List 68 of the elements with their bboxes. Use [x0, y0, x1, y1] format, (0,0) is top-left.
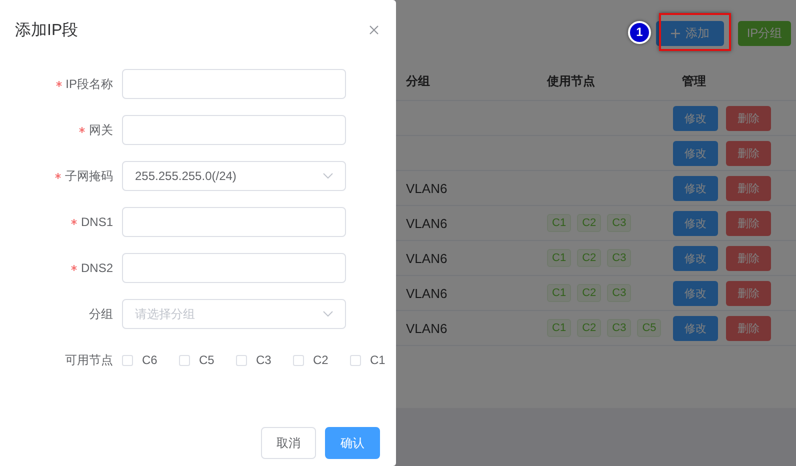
field-label: DNS1	[80, 215, 113, 229]
node-tag: C3	[607, 319, 632, 337]
table-cell: VLAN6	[406, 250, 448, 266]
node-tag: C2	[577, 214, 602, 232]
field-label: 子网掩码	[65, 168, 113, 184]
node-tag: C2	[577, 319, 602, 337]
close-icon	[369, 25, 379, 35]
checkbox-label: C2	[313, 353, 328, 367]
field-label: 网关	[89, 122, 113, 138]
edit-button[interactable]: 修改	[673, 106, 718, 130]
checkbox-label: C5	[199, 353, 214, 367]
field-label: 可用节点	[65, 352, 113, 368]
confirm-button[interactable]: 确认	[325, 427, 380, 459]
group-button[interactable]: IP分组	[738, 21, 791, 46]
edit-button[interactable]: 修改	[673, 280, 718, 306]
input-field[interactable]	[122, 115, 346, 145]
node-tag: C3	[607, 214, 632, 232]
node-tag: C1	[547, 249, 572, 267]
edit-button[interactable]: 修改	[673, 316, 718, 340]
column-header: 分组	[404, 72, 431, 90]
checkbox[interactable]	[293, 354, 304, 366]
table-cell: VLAN6	[406, 216, 448, 230]
node-tag: C1	[547, 284, 572, 302]
chevron-down-icon	[323, 311, 333, 317]
add-button[interactable]: 添加	[656, 21, 724, 46]
table-cell: VLAN6	[406, 180, 448, 196]
input-field[interactable]	[122, 253, 346, 283]
edit-button[interactable]: 修改	[673, 176, 718, 200]
node-tag: C1	[547, 319, 572, 337]
edit-button[interactable]: 修改	[673, 246, 718, 270]
column-header: 管理	[681, 72, 707, 90]
delete-button[interactable]: 删除	[726, 246, 771, 270]
checkbox-label: C3	[256, 353, 272, 367]
select-field[interactable]: 255.255.255.0(/24)	[122, 161, 346, 191]
edit-button[interactable]: 修改	[673, 210, 718, 236]
delete-button[interactable]: 删除	[726, 176, 771, 200]
checkbox[interactable]	[179, 354, 190, 366]
field-label: IP段名称	[66, 76, 113, 92]
field-label: 分组	[89, 306, 113, 322]
dialog-title: 添加IP段	[15, 20, 78, 40]
delete-button[interactable]: 删除	[726, 106, 771, 130]
checkbox-label: C6	[142, 353, 158, 367]
node-tag: C2	[577, 284, 602, 302]
node-tag: C2	[577, 249, 602, 267]
checkbox-label: C1	[370, 353, 386, 367]
table-cell: VLAN6	[406, 320, 448, 336]
cancel-button[interactable]: 取消	[261, 427, 316, 459]
checkbox[interactable]	[350, 354, 361, 366]
checkbox[interactable]	[122, 354, 133, 366]
node-tag: C3	[607, 284, 632, 302]
plus-icon	[670, 29, 680, 38]
close-button[interactable]	[369, 25, 379, 35]
edit-button[interactable]: 修改	[673, 140, 718, 166]
table-cell: VLAN6	[406, 286, 448, 300]
field-label: DNS2	[80, 261, 113, 275]
checkbox[interactable]	[236, 354, 247, 366]
column-header: 使用节点	[546, 72, 596, 90]
input-field[interactable]	[122, 69, 346, 99]
delete-button[interactable]: 删除	[726, 280, 771, 306]
chevron-down-icon	[323, 173, 333, 179]
node-tag: C3	[607, 249, 632, 267]
delete-button[interactable]: 删除	[726, 210, 771, 236]
delete-button[interactable]: 删除	[726, 140, 771, 166]
node-tag: C5	[637, 319, 662, 337]
select-field[interactable]: 请选择分组	[122, 299, 346, 329]
node-tag: C1	[547, 214, 572, 232]
input-field[interactable]	[122, 207, 346, 237]
delete-button[interactable]: 删除	[726, 316, 771, 340]
